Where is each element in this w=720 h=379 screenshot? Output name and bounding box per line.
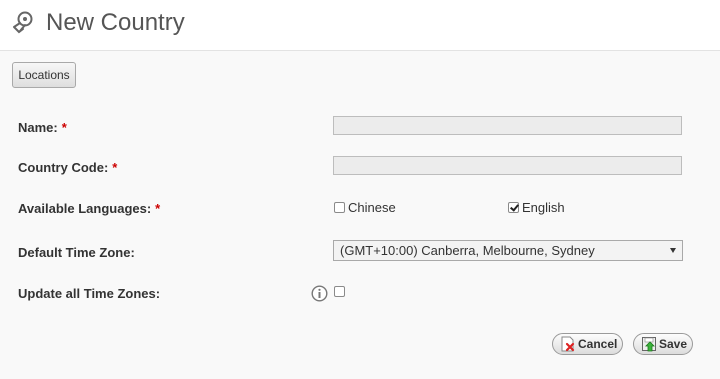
country-code-label-text: Country Code: xyxy=(18,160,109,175)
name-label: Name: * xyxy=(18,120,67,135)
required-marker: * xyxy=(155,201,161,216)
default-time-zone-select[interactable]: (GMT+10:00) Canberra, Melbourne, Sydney xyxy=(333,240,683,261)
available-languages-label-text: Available Languages: xyxy=(18,201,152,216)
save-label: Save xyxy=(659,337,688,351)
cancel-label: Cancel xyxy=(578,337,618,351)
default-time-zone-label: Default Time Zone: xyxy=(18,245,135,260)
update-time-zones-label-text: Update all Time Zones: xyxy=(18,286,161,301)
name-field[interactable] xyxy=(333,116,682,135)
country-code-label: Country Code: * xyxy=(18,160,117,175)
page-header: New Country xyxy=(0,0,720,51)
default-time-zone-label-text: Default Time Zone: xyxy=(18,245,135,260)
save-icon xyxy=(642,337,656,352)
required-marker: * xyxy=(112,160,118,175)
locations-button[interactable]: Locations xyxy=(12,62,76,88)
chevron-down-icon xyxy=(670,248,676,253)
save-button[interactable]: Save xyxy=(633,333,693,355)
language-english-label[interactable]: English xyxy=(522,200,565,215)
language-chinese-label[interactable]: Chinese xyxy=(348,200,396,215)
available-languages-label: Available Languages: * xyxy=(18,201,160,216)
update-time-zones-checkbox[interactable] xyxy=(334,286,345,297)
info-icon[interactable] xyxy=(311,285,328,302)
map-pin-compass-icon xyxy=(11,11,35,35)
language-english-checkbox[interactable] xyxy=(508,202,519,213)
language-chinese-checkbox[interactable] xyxy=(334,202,345,213)
default-time-zone-selected: (GMT+10:00) Canberra, Melbourne, Sydney xyxy=(340,243,595,258)
cancel-icon xyxy=(561,336,575,352)
update-time-zones-label: Update all Time Zones: xyxy=(18,286,160,301)
page-title: New Country xyxy=(46,9,185,36)
cancel-button[interactable]: Cancel xyxy=(552,333,623,355)
name-label-text: Name: xyxy=(18,120,58,135)
country-code-field[interactable] xyxy=(333,156,682,175)
required-marker: * xyxy=(61,120,67,135)
